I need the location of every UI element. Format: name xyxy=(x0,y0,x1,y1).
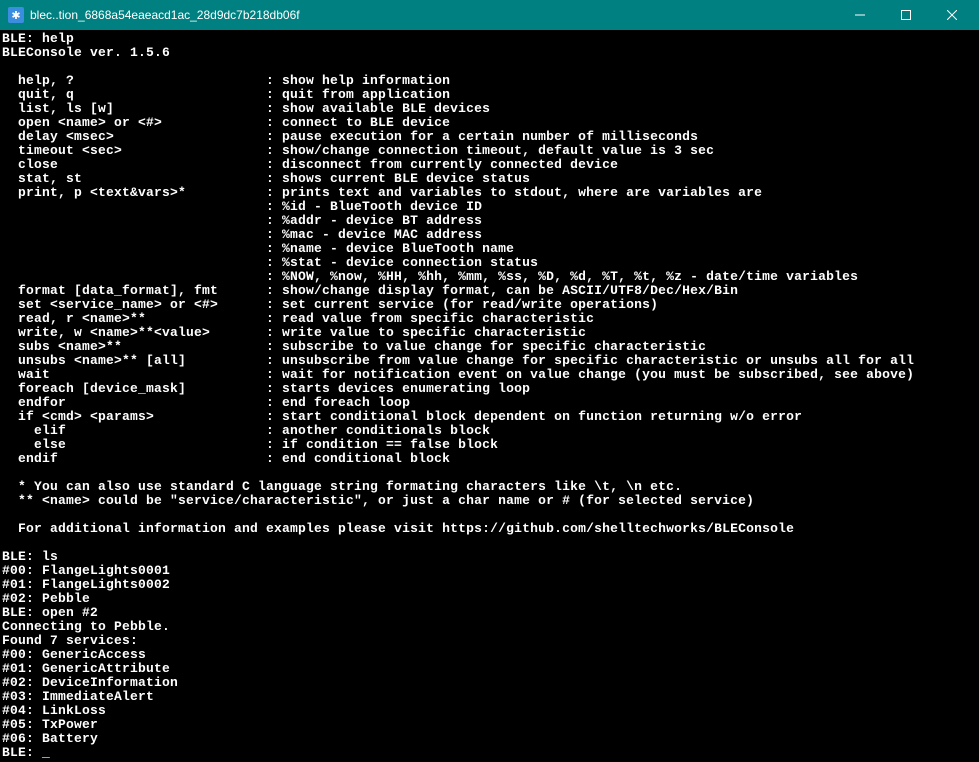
terminal-line: timeout <sec> : show/change connection t… xyxy=(2,144,977,158)
window-controls xyxy=(837,0,975,30)
terminal-line: unsubs <name>** [all] : unsubscribe from… xyxy=(2,354,977,368)
maximize-button[interactable] xyxy=(883,0,929,30)
terminal-line: BLE: ls xyxy=(2,550,977,564)
terminal-line: format [data_format], fmt : show/change … xyxy=(2,284,977,298)
terminal-line: endif : end conditional block xyxy=(2,452,977,466)
app-icon: ✱ xyxy=(8,7,24,23)
terminal-line: elif : another conditionals block xyxy=(2,424,977,438)
terminal-line: : %mac - device MAC address xyxy=(2,228,977,242)
terminal-line: #04: LinkLoss xyxy=(2,704,977,718)
terminal-line: Found 7 services: xyxy=(2,634,977,648)
terminal-line: if <cmd> <params> : start conditional bl… xyxy=(2,410,977,424)
terminal-line: : %name - device BlueTooth name xyxy=(2,242,977,256)
minimize-button[interactable] xyxy=(837,0,883,30)
terminal-line: stat, st : shows current BLE device stat… xyxy=(2,172,977,186)
terminal-line: : %NOW, %now, %HH, %hh, %mm, %ss, %D, %d… xyxy=(2,270,977,284)
terminal-line: : %stat - device connection status xyxy=(2,256,977,270)
terminal-line: wait : wait for notification event on va… xyxy=(2,368,977,382)
terminal-line: list, ls [w] : show available BLE device… xyxy=(2,102,977,116)
terminal-line: BLE: help xyxy=(2,32,977,46)
terminal-line: BLE: _ xyxy=(2,746,977,760)
terminal-line xyxy=(2,466,977,480)
terminal-line: subs <name>** : subscribe to value chang… xyxy=(2,340,977,354)
terminal-line: set <service_name> or <#> : set current … xyxy=(2,298,977,312)
terminal-line: #01: GenericAttribute xyxy=(2,662,977,676)
terminal-line: #05: TxPower xyxy=(2,718,977,732)
terminal-line: BLEConsole ver. 1.5.6 xyxy=(2,46,977,60)
terminal-line: #06: Battery xyxy=(2,732,977,746)
close-button[interactable] xyxy=(929,0,975,30)
terminal-line: * You can also use standard C language s… xyxy=(2,480,977,494)
terminal-line: write, w <name>**<value> : write value t… xyxy=(2,326,977,340)
terminal-line: #00: GenericAccess xyxy=(2,648,977,662)
terminal-line: ** <name> could be "service/characterist… xyxy=(2,494,977,508)
terminal-line: For additional information and examples … xyxy=(2,522,977,536)
terminal-output[interactable]: BLE: helpBLEConsole ver. 1.5.6 help, ? :… xyxy=(0,30,979,762)
terminal-line: quit, q : quit from application xyxy=(2,88,977,102)
terminal-line: #02: DeviceInformation xyxy=(2,676,977,690)
terminal-line: endfor : end foreach loop xyxy=(2,396,977,410)
terminal-line: else : if condition == false block xyxy=(2,438,977,452)
terminal-line: #02: Pebble xyxy=(2,592,977,606)
terminal-line: close : disconnect from currently connec… xyxy=(2,158,977,172)
terminal-line xyxy=(2,536,977,550)
terminal-line: help, ? : show help information xyxy=(2,74,977,88)
terminal-line: delay <msec> : pause execution for a cer… xyxy=(2,130,977,144)
terminal-line: #00: FlangeLights0001 xyxy=(2,564,977,578)
terminal-line: : %id - BlueTooth device ID xyxy=(2,200,977,214)
terminal-line: print, p <text&vars>* : prints text and … xyxy=(2,186,977,200)
terminal-line: open <name> or <#> : connect to BLE devi… xyxy=(2,116,977,130)
terminal-line xyxy=(2,60,977,74)
terminal-line: Connecting to Pebble. xyxy=(2,620,977,634)
terminal-line: BLE: open #2 xyxy=(2,606,977,620)
terminal-line: : %addr - device BT address xyxy=(2,214,977,228)
window-title: blec..tion_6868a54eaeacd1ac_28d9dc7b218d… xyxy=(30,8,837,22)
window-titlebar: ✱ blec..tion_6868a54eaeacd1ac_28d9dc7b21… xyxy=(0,0,979,30)
terminal-line xyxy=(2,508,977,522)
terminal-line: #03: ImmediateAlert xyxy=(2,690,977,704)
terminal-line: read, r <name>** : read value from speci… xyxy=(2,312,977,326)
terminal-line: foreach [device_mask] : starts devices e… xyxy=(2,382,977,396)
terminal-line: #01: FlangeLights0002 xyxy=(2,578,977,592)
